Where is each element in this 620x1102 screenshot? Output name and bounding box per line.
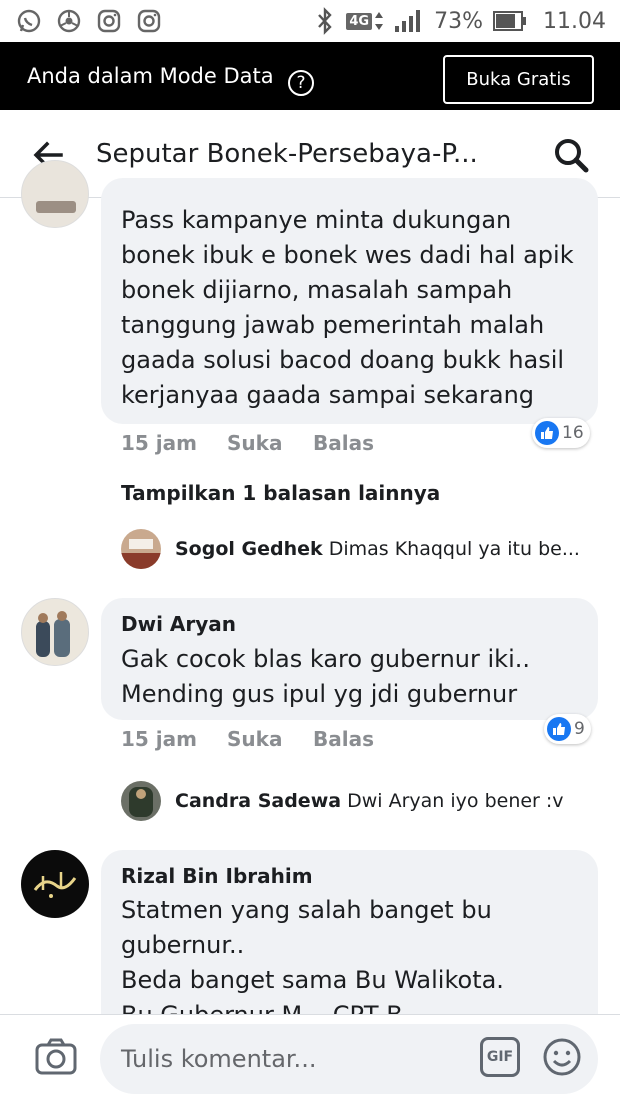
comment-composer: Tulis komentar... GIF xyxy=(0,1014,620,1102)
avatar[interactable] xyxy=(21,598,89,666)
battery-percent: 73% xyxy=(434,8,484,34)
reply-author: Sogol Gedhek xyxy=(175,538,323,560)
reply-text: Dwi Aryan iyo bener :v xyxy=(347,790,564,812)
reaction-number: 16 xyxy=(562,423,584,443)
instagram-icon xyxy=(137,9,161,33)
like-button[interactable]: Suka xyxy=(227,727,282,751)
network-type: 4G xyxy=(346,12,373,30)
reaction-count[interactable]: 16 xyxy=(532,418,590,448)
help-icon[interactable]: ? xyxy=(288,70,314,96)
instagram-icon xyxy=(97,9,121,33)
comment-line: Beda banget sama Bu Walikota. xyxy=(121,966,504,994)
avatar[interactable] xyxy=(121,529,161,569)
comment-line: kerjanyaa gaada sampai sekarang xyxy=(121,381,535,409)
like-icon xyxy=(547,717,571,741)
reply-text: Dimas Khaqqul ya itu be... xyxy=(328,538,580,560)
reply-button[interactable]: Balas xyxy=(313,727,374,751)
open-free-button[interactable]: Buka Gratis xyxy=(443,55,594,104)
data-mode-banner: Anda dalam Mode Data ? Buka Gratis xyxy=(0,42,620,110)
comment-line: bonek ibuk e bonek wes dadi hal apik xyxy=(121,241,574,269)
show-more-replies[interactable]: Tampilkan 1 balasan lainnya xyxy=(121,481,440,505)
comment-line: Mending gus ipul yg jdi gubernur xyxy=(121,680,518,708)
like-button[interactable]: Suka xyxy=(227,431,282,455)
comment-line: bonek dijiarno, masalah sampah xyxy=(121,276,513,304)
avatar[interactable] xyxy=(121,781,161,821)
avatar[interactable] xyxy=(21,850,89,918)
like-icon xyxy=(535,421,559,445)
comment-line: Pass kampanye minta dukungan xyxy=(121,206,512,234)
search-icon[interactable] xyxy=(552,136,590,174)
data-mode-text: Anda dalam Mode Data xyxy=(27,64,274,88)
comment-line: Statmen yang salah banget bu xyxy=(121,896,492,924)
whatsapp-icon xyxy=(17,9,41,33)
reply-preview[interactable]: Candra Sadewa Dwi Aryan iyo bener :v xyxy=(175,790,564,812)
status-bar: 4G 73% 11.04 xyxy=(0,0,620,42)
comment-line: Gak cocok blas karo gubernur iki.. xyxy=(121,645,530,673)
page-title: Seputar Bonek-Persebaya-P... xyxy=(96,139,478,169)
comment-line: gaada solusi bacod doang bukk hasil xyxy=(121,346,565,374)
reply-preview[interactable]: Sogol Gedhek Dimas Khaqqul ya itu be... xyxy=(175,538,580,560)
reaction-number: 9 xyxy=(574,719,585,739)
chrome-icon xyxy=(57,9,81,33)
comment-line: tanggung jawab pemerintah malah xyxy=(121,311,545,339)
gif-icon[interactable]: GIF xyxy=(480,1037,520,1077)
bluetooth-icon xyxy=(318,7,333,35)
comment-author[interactable]: Dwi Aryan xyxy=(121,612,236,636)
battery-icon xyxy=(493,11,527,31)
data-arrows-icon xyxy=(375,12,384,30)
reply-author: Candra Sadewa xyxy=(175,790,342,812)
comment-author[interactable]: Rizal Bin Ibrahim xyxy=(121,864,313,888)
clock: 11.04 xyxy=(543,8,606,34)
comment-time: 15 jam xyxy=(121,431,197,455)
reaction-count[interactable]: 9 xyxy=(544,714,591,744)
comment-line: gubernur.. xyxy=(121,931,245,959)
avatar[interactable] xyxy=(21,160,89,228)
reply-button[interactable]: Balas xyxy=(313,431,374,455)
comment-input[interactable]: Tulis komentar... xyxy=(100,1024,598,1094)
signal-icon xyxy=(395,10,421,32)
comment-time: 15 jam xyxy=(121,727,197,751)
emoji-icon[interactable] xyxy=(542,1037,582,1077)
calligraphy-logo xyxy=(33,872,77,898)
camera-icon[interactable] xyxy=(34,1037,78,1077)
